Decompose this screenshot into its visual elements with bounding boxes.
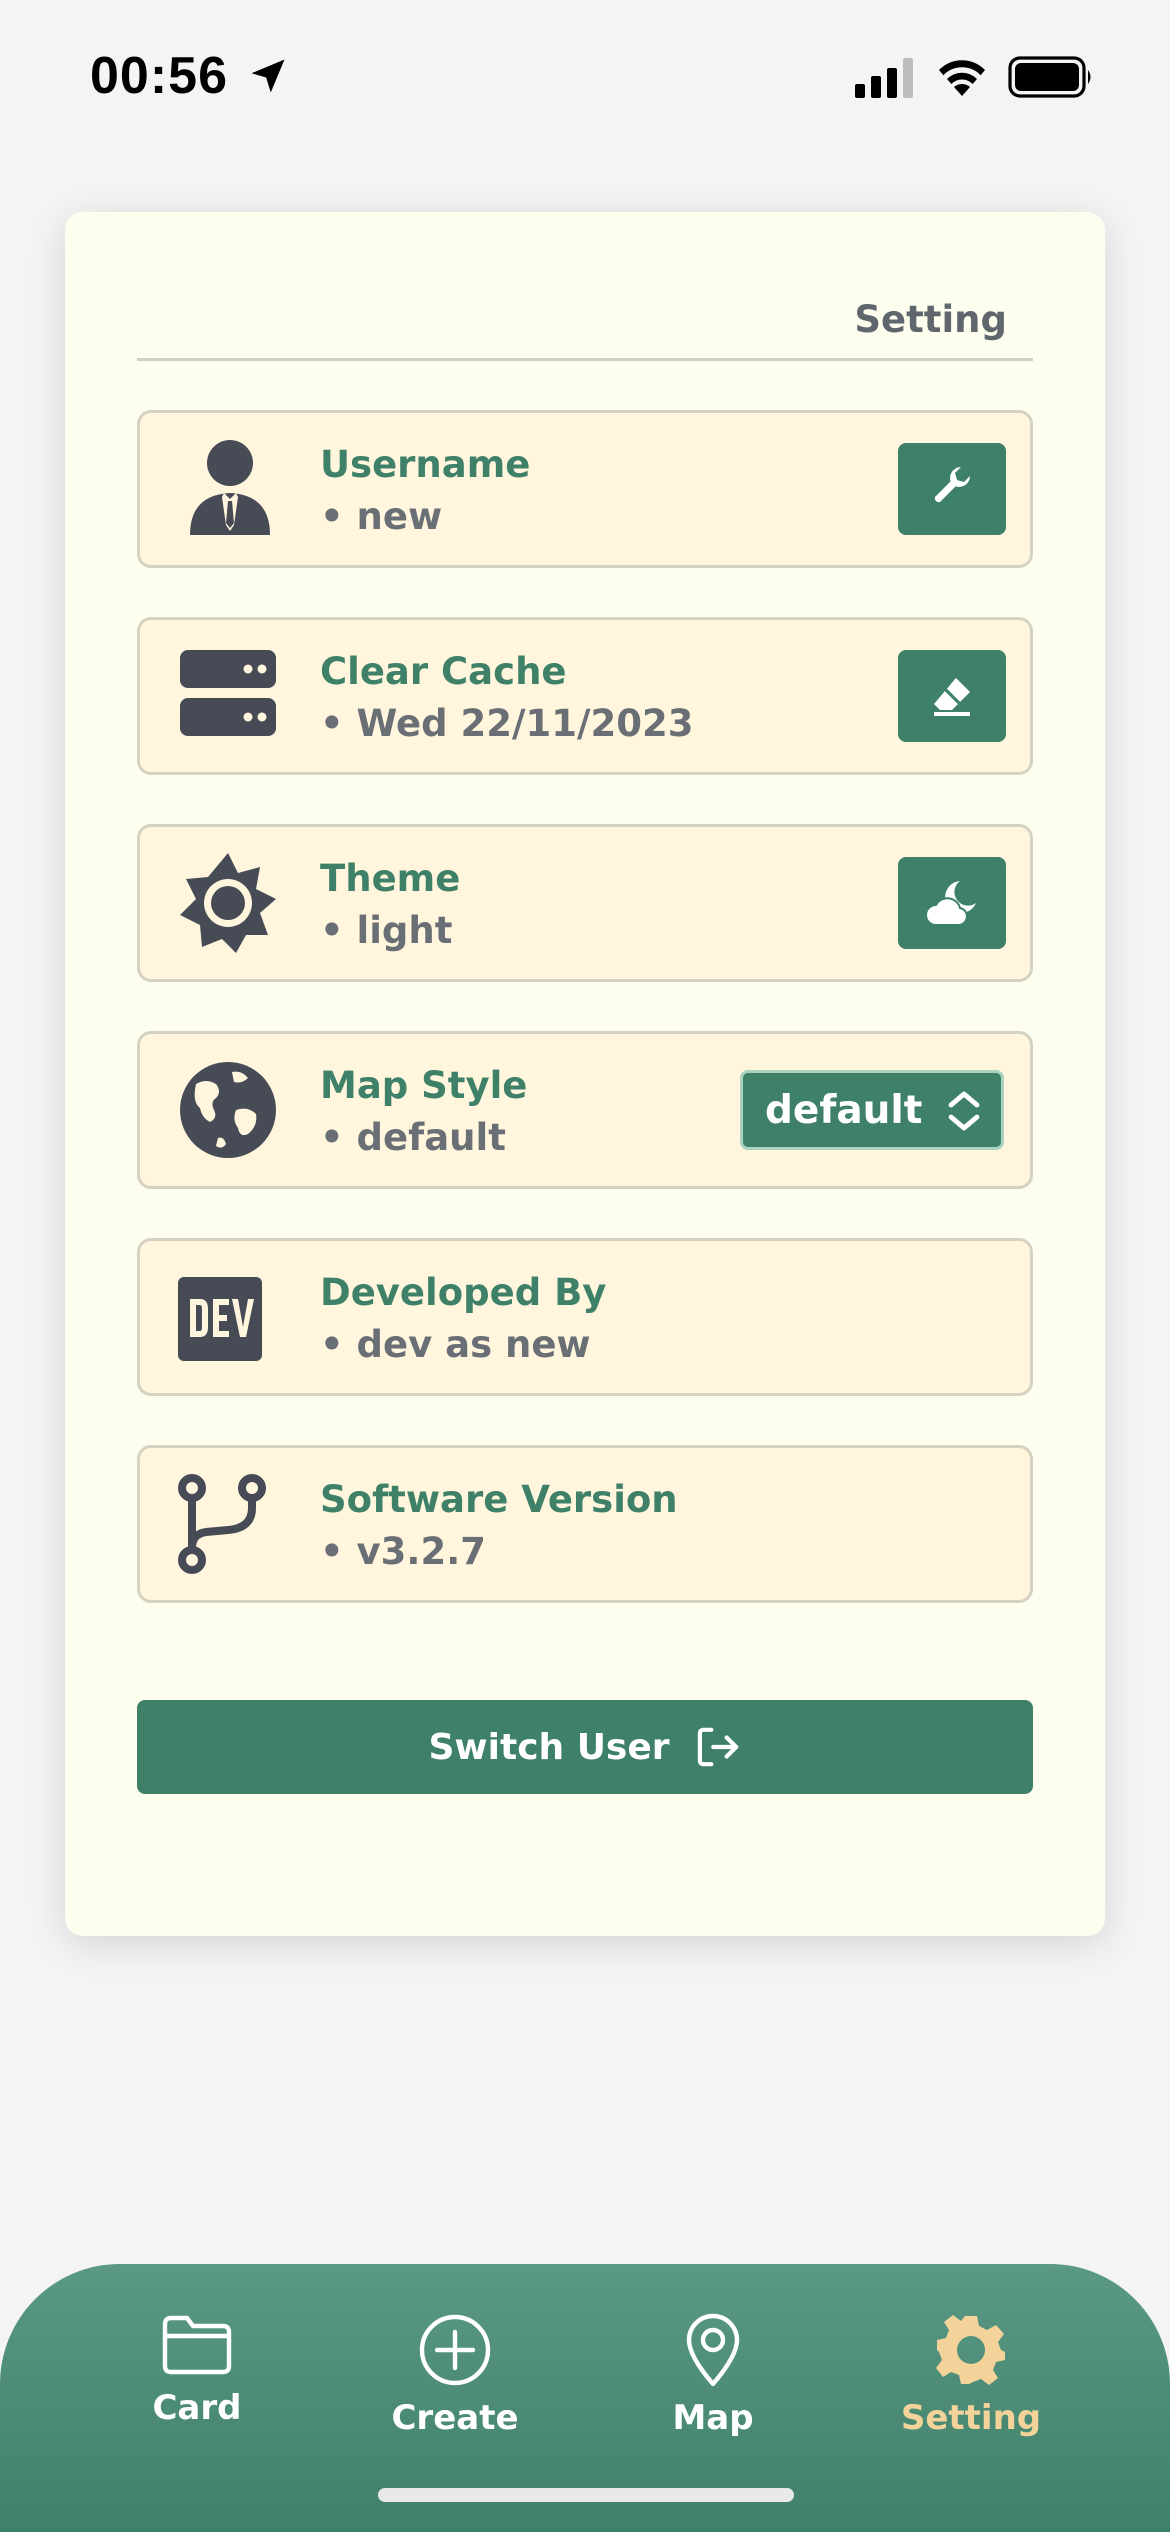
gear-icon	[936, 2315, 1005, 2385]
dev-icon	[178, 1277, 262, 1361]
location-arrow-icon	[251, 59, 285, 93]
map-style-select[interactable]: default	[740, 1070, 1004, 1150]
server-icon	[180, 650, 276, 736]
user-tie-icon	[190, 440, 270, 535]
clear-cache-button[interactable]	[898, 650, 1006, 742]
map-pin-icon	[686, 2313, 740, 2387]
toggle-theme-button[interactable]	[898, 857, 1006, 949]
setting-value: • new	[320, 495, 443, 538]
tab-create[interactable]: Create	[355, 2312, 555, 2452]
setting-row-software-version: Software Version • v3.2.7	[137, 1445, 1033, 1603]
setting-row-theme: Theme • light	[137, 824, 1033, 982]
setting-label: Software Version	[320, 1478, 678, 1521]
cellular-signal-icon	[855, 58, 913, 98]
home-indicator	[378, 2488, 794, 2502]
setting-value: • light	[320, 909, 453, 952]
setting-label: Developed By	[320, 1271, 607, 1314]
sign-out-icon	[697, 1727, 738, 1767]
tab-label: Card	[152, 2388, 242, 2428]
setting-row-developed-by: Developed By • dev as new	[137, 1238, 1033, 1396]
chevron-up-down-icon	[948, 1091, 980, 1131]
tab-label: Setting	[900, 2398, 1042, 2438]
edit-username-button[interactable]	[898, 443, 1006, 535]
switch-user-button[interactable]: Switch User	[137, 1700, 1033, 1794]
globe-icon	[180, 1062, 276, 1158]
setting-value: • dev as new	[320, 1323, 591, 1366]
setting-row-map-style: Map Style • default default	[137, 1031, 1033, 1189]
setting-row-username: Username • new	[137, 410, 1033, 568]
switch-user-label: Switch User	[428, 1726, 670, 1768]
tab-label: Create	[391, 2398, 519, 2438]
setting-row-clear-cache: Clear Cache • Wed 22/11/2023	[137, 617, 1033, 775]
cloud-moon-icon	[925, 881, 976, 926]
wrench-icon	[934, 467, 970, 503]
title-divider	[137, 358, 1033, 361]
battery-icon	[1008, 56, 1091, 98]
setting-label: Map Style	[320, 1064, 528, 1107]
setting-label: Username	[320, 443, 531, 486]
setting-value: • default	[320, 1116, 506, 1159]
sun-icon	[180, 853, 276, 953]
setting-value: • v3.2.7	[320, 1530, 486, 1573]
eraser-icon	[934, 678, 970, 716]
tab-setting[interactable]: Setting	[871, 2312, 1071, 2452]
folder-icon	[162, 2315, 232, 2375]
setting-value: • Wed 22/11/2023	[320, 702, 694, 745]
tab-map[interactable]: Map	[613, 2312, 813, 2452]
setting-label: Theme	[320, 857, 461, 900]
setting-label: Clear Cache	[320, 650, 567, 693]
plus-circle-icon	[419, 2314, 491, 2386]
map-style-selected-value: default	[765, 1087, 923, 1133]
status-bar: 00:56	[0, 0, 1170, 150]
settings-card: Setting Username • new Clear Cache • Wed	[65, 212, 1105, 1936]
wifi-icon	[939, 60, 985, 96]
page-title: Setting	[854, 298, 1007, 341]
tab-label: Map	[672, 2398, 754, 2438]
status-time: 00:56	[90, 47, 228, 105]
tab-card[interactable]: Card	[97, 2312, 297, 2452]
code-branch-icon	[178, 1474, 266, 1574]
